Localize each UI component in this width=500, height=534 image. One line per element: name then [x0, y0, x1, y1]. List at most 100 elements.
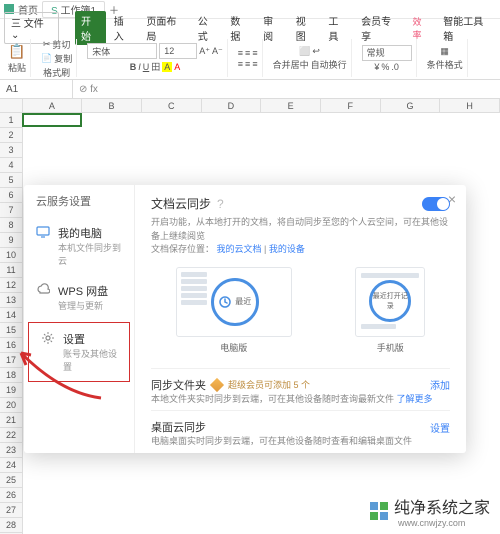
cut-icon[interactable]: ✂ — [43, 39, 51, 50]
vip-diamond-icon — [210, 377, 224, 391]
row-header[interactable]: 18 — [0, 368, 23, 383]
percent[interactable]: % — [381, 62, 389, 72]
fx-icon[interactable]: ⊘ fx — [73, 84, 104, 95]
add-link[interactable]: 添加 — [430, 377, 450, 392]
row-header[interactable]: 6 — [0, 188, 23, 203]
gear-icon — [41, 331, 55, 345]
menu-file2[interactable] — [61, 26, 73, 30]
size-select[interactable]: 12 — [159, 43, 197, 59]
align-top[interactable]: ≡ — [238, 48, 243, 58]
align-right[interactable]: ≡ — [252, 59, 257, 69]
active-cell[interactable] — [22, 113, 82, 127]
paste-icon[interactable]: 📋 — [8, 43, 25, 60]
copy-icon[interactable]: 📄 — [41, 53, 52, 64]
row-header[interactable]: 9 — [0, 233, 23, 248]
name-box[interactable]: A1 — [0, 80, 73, 98]
merge-icon[interactable]: ⬜ — [299, 46, 310, 57]
learn-more-link[interactable]: 了解更多 — [397, 394, 433, 404]
preview-mobile: 最近打开记录 — [355, 267, 425, 337]
row-header[interactable]: 19 — [0, 383, 23, 398]
watermark-url: www.cnwjzy.com — [398, 518, 490, 528]
formula-bar: A1 ⊘ fx — [0, 80, 500, 99]
color-button[interactable]: A — [174, 62, 180, 72]
row-header[interactable]: 25 — [0, 473, 23, 488]
row-header[interactable]: 21 — [0, 413, 23, 428]
row-header[interactable]: 22 — [0, 428, 23, 443]
ribbon: 📋 粘贴 ✂剪切 📄复制 格式刷 宋体 12 A⁺ A⁻ B I U 田 A A… — [0, 37, 500, 80]
sec3-title: 桌面云同步 — [151, 419, 206, 435]
dec-inc[interactable]: .0 — [391, 62, 399, 72]
modal-main: × 文档云同步 ? 开启功能，从本地打开的文档，将自动同步至您的个人云空间，可在… — [135, 185, 466, 453]
align-center[interactable]: ≡ — [245, 59, 250, 69]
sidebar-item-label: 我的电脑 — [58, 225, 122, 241]
format-painter-label[interactable]: 格式刷 — [43, 66, 70, 79]
underline-button[interactable]: U — [143, 62, 150, 72]
row-header[interactable]: 28 — [0, 518, 23, 533]
currency[interactable]: ¥ — [374, 62, 379, 72]
paste-label: 粘贴 — [8, 61, 26, 74]
row-header[interactable]: 14 — [0, 308, 23, 323]
row-header[interactable]: 7 — [0, 203, 23, 218]
fill-button[interactable]: A — [162, 62, 172, 72]
sidebar-item-sub: 账号及其他设置 — [63, 347, 117, 373]
sidebar-item-label: 设置 — [63, 331, 117, 347]
merge-label[interactable]: 合并居中 — [273, 58, 309, 71]
bold-button[interactable]: B — [130, 62, 137, 72]
cloud-icon — [36, 283, 50, 297]
italic-button[interactable]: I — [138, 62, 141, 72]
cut-label: 剪切 — [52, 38, 70, 51]
sync-toggle[interactable] — [422, 197, 450, 211]
align-left[interactable]: ≡ — [238, 59, 243, 69]
sidebar-item-wps[interactable]: WPS 网盘管理与更新 — [24, 275, 134, 320]
preview-mobile-label: 手机版 — [377, 341, 404, 354]
row-header[interactable]: 23 — [0, 443, 23, 458]
border-button[interactable]: 田 — [151, 60, 160, 73]
row-header[interactable]: 11 — [0, 263, 23, 278]
row-header[interactable]: 24 — [0, 458, 23, 473]
monitor-icon — [36, 225, 50, 239]
row-header[interactable]: 12 — [0, 278, 23, 293]
sidebar-item-settings[interactable]: 设置账号及其他设置 — [28, 322, 130, 382]
wrap-icon[interactable]: ↩ — [312, 46, 320, 57]
watermark-text: 纯净系统之家 — [394, 494, 490, 518]
wrap-label[interactable]: 自动换行 — [311, 58, 347, 71]
copy-label: 复制 — [54, 52, 72, 65]
row-header[interactable]: 15 — [0, 323, 23, 338]
row-header[interactable]: 10 — [0, 248, 23, 263]
help-icon[interactable]: ? — [217, 197, 224, 211]
row-header[interactable]: 2 — [0, 128, 23, 143]
row-header[interactable]: 4 — [0, 158, 23, 173]
shrink-font[interactable]: A⁻ — [212, 46, 223, 57]
settings-link[interactable]: 设置 — [430, 420, 450, 435]
sheet-area[interactable]: ABCDEFGH 1234567891011121314151617181920… — [0, 99, 500, 534]
row-header[interactable]: 13 — [0, 293, 23, 308]
row-header[interactable]: 8 — [0, 218, 23, 233]
sidebar-item-sub: 本机文件同步到云 — [58, 241, 122, 267]
row-header[interactable]: 16 — [0, 338, 23, 353]
watermark: 纯净系统之家 www.cnwjzy.com — [370, 494, 490, 528]
condfmt-icon[interactable]: ▦ — [440, 46, 449, 57]
row-header[interactable]: 20 — [0, 398, 23, 413]
link-mydevices[interactable]: 我的设备 — [269, 244, 305, 254]
link-myclouddocs[interactable]: 我的云文档 — [217, 244, 262, 254]
grow-font[interactable]: A⁺ — [199, 46, 210, 57]
cloud-settings-modal: 云服务设置 我的电脑本机文件同步到云 WPS 网盘管理与更新 设置账号及其他设置… — [24, 185, 466, 453]
row-header[interactable]: 17 — [0, 353, 23, 368]
sec1-title: 文档云同步 — [151, 195, 211, 212]
align-mid[interactable]: ≡ — [245, 48, 250, 58]
sec1-desc: 开启功能，从本地打开的文档，将自动同步至您的个人云空间，可在其他设备上继续阅览 … — [151, 216, 450, 257]
sidebar-item-label: WPS 网盘 — [58, 283, 108, 299]
menubar: 三 文件 ⌄ 开始 插入 页面布局 公式 数据 审阅 视图 工具 会员专享 效率… — [0, 19, 500, 37]
watermark-logo-icon — [370, 502, 388, 520]
align-bot[interactable]: ≡ — [252, 48, 257, 58]
row-header[interactable]: 26 — [0, 488, 23, 503]
numfmt[interactable]: 常规 — [362, 45, 412, 61]
row-header[interactable]: 5 — [0, 173, 23, 188]
font-select[interactable]: 宋体 — [87, 43, 157, 59]
row-header[interactable]: 1 — [0, 113, 23, 128]
condfmt-label[interactable]: 条件格式 — [427, 58, 463, 71]
sidebar-item-mypc[interactable]: 我的电脑本机文件同步到云 — [24, 217, 134, 275]
row-header[interactable]: 27 — [0, 503, 23, 518]
row-header[interactable]: 3 — [0, 143, 23, 158]
modal-sidebar: 云服务设置 我的电脑本机文件同步到云 WPS 网盘管理与更新 设置账号及其他设置 — [24, 185, 135, 453]
